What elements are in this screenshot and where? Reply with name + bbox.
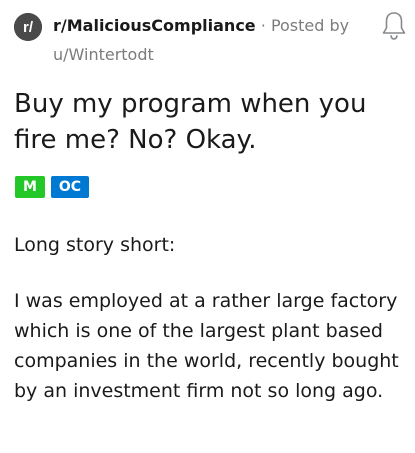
meta-separator: · — [260, 16, 266, 35]
post-body-paragraph-1: Long story short: — [14, 234, 176, 256]
flair-m-badge[interactable]: M — [15, 176, 45, 198]
r-slash-icon: r/ — [14, 13, 42, 41]
svg-text:r/: r/ — [23, 19, 34, 36]
flair-list: M OC — [15, 176, 89, 198]
subreddit-avatar-icon[interactable]: r/ — [14, 13, 42, 41]
posted-by-label: Posted by — [270, 16, 350, 35]
subreddit-link[interactable]: r/MaliciousCompliance — [53, 16, 256, 35]
post-body-paragraph-2: I was employed at a rather large factory… — [14, 290, 399, 402]
bell-icon[interactable] — [380, 10, 408, 42]
author-link[interactable]: u/Wintertodt — [53, 44, 154, 66]
flair-oc-badge[interactable]: OC — [51, 176, 89, 198]
post-header: r/ r/MaliciousCompliance · Posted by u/W… — [14, 10, 409, 70]
post-meta: r/MaliciousCompliance · Posted by — [53, 15, 349, 37]
post-title[interactable]: Buy my program when you fire me? No? Oka… — [14, 86, 409, 158]
